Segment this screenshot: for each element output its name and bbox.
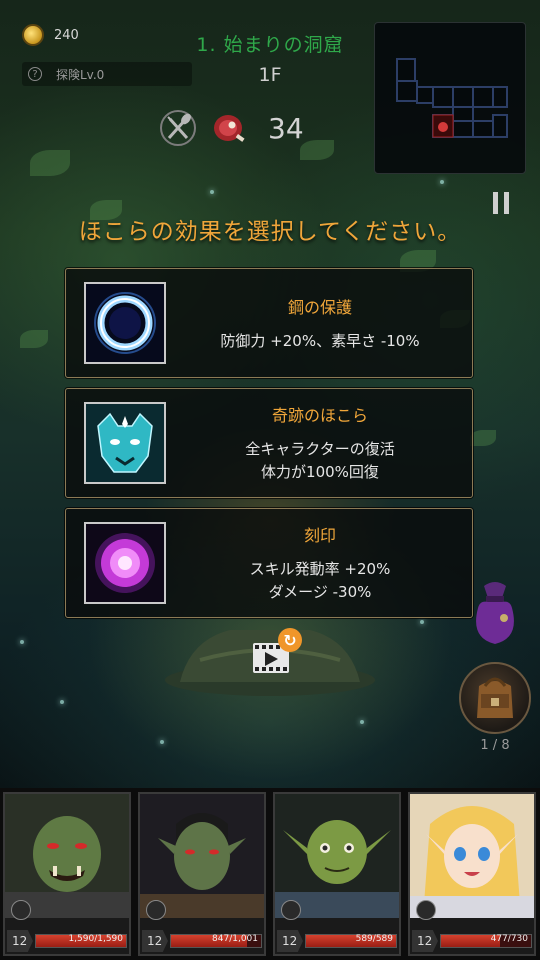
backpack-icon xyxy=(477,677,513,718)
party-bar: 12 1,590/1,590 12 847/1,001 12 589/589 1… xyxy=(0,788,540,960)
fork-spoon-icon xyxy=(160,110,196,146)
inventory-count: 1 / 8 xyxy=(480,738,510,753)
blue-ring-icon xyxy=(84,282,166,364)
refresh-icon: ↻ xyxy=(278,628,302,652)
party-member-1[interactable]: 12 1,590/1,590 xyxy=(3,792,131,956)
option-title: 奇跡のほこら xyxy=(271,406,368,425)
play-icon xyxy=(265,652,278,666)
shield-icon xyxy=(11,900,31,920)
level-badge: 12 xyxy=(277,930,303,952)
purple-orb-icon xyxy=(84,522,166,604)
food-counter: 34 xyxy=(158,108,304,148)
party-member-3[interactable]: 12 589/589 xyxy=(273,792,401,956)
level-badge: 12 xyxy=(7,930,33,952)
option-title: 刻印 xyxy=(303,526,336,545)
spirit-tiger-icon xyxy=(84,402,166,484)
hp-text: 589/589 xyxy=(355,934,393,944)
meat-icon xyxy=(214,115,245,142)
shrine-option-miracle-shrine[interactable]: 奇跡のほこら 全キャラクターの復活 体力が100%回復 xyxy=(65,388,473,498)
hp-bar: 589/589 xyxy=(305,934,397,948)
option-desc: スキル発動率 +20% ダメージ -30% xyxy=(249,560,391,601)
dagger-icon xyxy=(281,900,301,920)
level-badge: 12 xyxy=(412,930,438,952)
shrine-option-engraving[interactable]: 刻印 スキル発動率 +20% ダメージ -30% xyxy=(65,508,473,618)
sword-icon xyxy=(146,900,166,920)
hp-bar: 1,590/1,590 xyxy=(35,934,127,948)
option-desc: 全キャラクターの復活 体力が100%回復 xyxy=(245,440,395,481)
pouch-button[interactable] xyxy=(470,578,520,648)
hp-text: 847/1,001 xyxy=(212,934,258,944)
party-member-2[interactable]: 12 847/1,001 xyxy=(138,792,266,956)
backpack-button[interactable] xyxy=(459,662,531,734)
food-value: 34 xyxy=(268,111,304,145)
hp-text: 1,590/1,590 xyxy=(68,934,123,944)
pouch-icon xyxy=(476,582,514,644)
shrine-option-steel-protection[interactable]: 鋼の保護 防御力 +20%、素早さ -10% xyxy=(65,268,473,378)
shrine-prompt: ほこらの効果を選択してください。 xyxy=(78,219,462,245)
hat-icon xyxy=(416,900,436,920)
party-member-4[interactable]: 12 477/730 xyxy=(408,792,536,956)
hp-bar: 477/730 xyxy=(440,934,532,948)
option-title: 鋼の保護 xyxy=(287,297,352,317)
option-desc: 防御力 +20%、素早さ -10% xyxy=(220,331,420,350)
hp-bar: 847/1,001 xyxy=(170,934,262,948)
watch-ad-refresh-button[interactable]: ↻ xyxy=(253,628,303,678)
minimap[interactable] xyxy=(374,22,526,174)
pause-button[interactable] xyxy=(493,192,511,214)
level-badge: 12 xyxy=(142,930,168,952)
hp-text: 477/730 xyxy=(490,934,528,944)
